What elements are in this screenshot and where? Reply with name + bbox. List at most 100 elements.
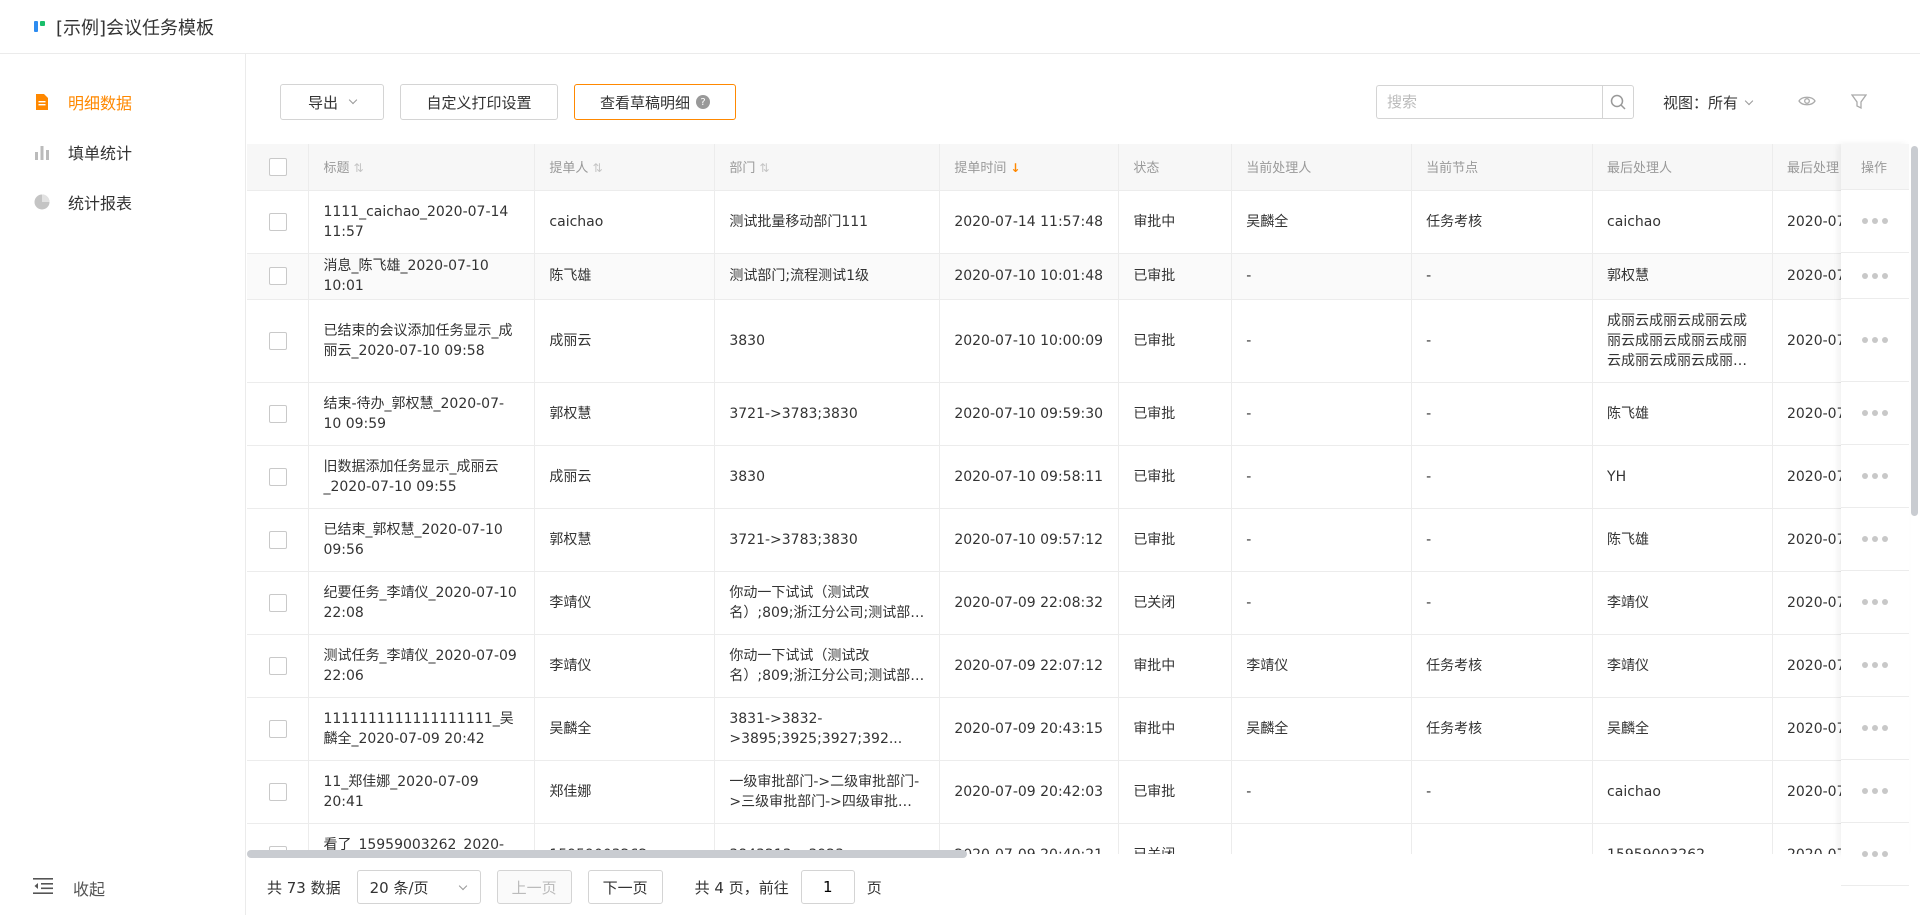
row-more-actions-button[interactable] bbox=[1841, 823, 1909, 886]
search-input[interactable] bbox=[1376, 85, 1602, 119]
actions-column: 操作 bbox=[1841, 144, 1909, 886]
cell-status: 审批中 bbox=[1118, 634, 1233, 698]
table-row[interactable]: 11_郑佳娜_2020-07-09 20:41 郑佳娜 一级审批部门->二级审批部门… bbox=[247, 760, 1909, 824]
row-more-actions-button[interactable] bbox=[1841, 760, 1909, 823]
row-more-actions-button[interactable] bbox=[1841, 299, 1909, 382]
page-jump-input[interactable] bbox=[800, 870, 855, 904]
row-select-cell bbox=[247, 190, 310, 254]
table-row[interactable]: 已结束_郭权慧_2020-07-10 09:56 郭权慧 3721->3783;38… bbox=[247, 508, 1909, 572]
column-header-submit-time[interactable]: 提单时间 ↓ bbox=[939, 144, 1120, 191]
table-header-row: 标题 ⇅ 提单人 ⇅ 部门 ⇅ 提单时间 ↓ 状态 当前处理人 当前节点 最后处理人 最… bbox=[247, 144, 1909, 191]
table-row[interactable]: 旧数据添加任务显示_成丽云_2020-07-10 09:55 成丽云 3830 202… bbox=[247, 445, 1909, 509]
sidebar-item-statistics-report[interactable]: 统计报表 bbox=[33, 190, 132, 214]
column-header-submitter[interactable]: 提单人 ⇅ bbox=[534, 144, 716, 191]
row-more-actions-button[interactable] bbox=[1841, 571, 1909, 634]
row-checkbox[interactable] bbox=[268, 212, 287, 231]
cell-text: 2020-07-10 09:59:30 bbox=[954, 405, 1104, 422]
cell-text: - bbox=[1426, 268, 1432, 284]
sidebar-item-detail-data[interactable]: 明细数据 bbox=[33, 90, 132, 114]
table-row[interactable]: 消息_陈飞雄_2020-07-10 10:01 陈飞雄 测试部门;流程测试1级 202… bbox=[247, 253, 1909, 300]
custom-print-settings-button[interactable]: 自定义打印设置 bbox=[400, 84, 558, 120]
row-checkbox[interactable] bbox=[268, 331, 287, 350]
export-dropdown-button[interactable]: 导出 bbox=[280, 84, 384, 120]
prev-page-button[interactable]: 上一页 bbox=[496, 870, 572, 904]
cell-text: 成丽云成丽云成丽云成丽云成丽云成丽云成丽云成丽云成丽云成丽云成丽云... bbox=[1607, 312, 1748, 369]
select-all-checkbox[interactable] bbox=[268, 157, 287, 176]
row-more-actions-button[interactable] bbox=[1841, 382, 1909, 445]
table-row[interactable]: 结束-待办_郭权慧_2020-07-10 09:59 郭权慧 3721->3783;… bbox=[247, 382, 1909, 446]
row-more-actions-button[interactable] bbox=[1841, 697, 1909, 760]
cell-last-handler: 郭权慧 bbox=[1592, 253, 1773, 300]
collapse-button[interactable]: 收起 bbox=[33, 876, 105, 900]
next-page-button[interactable]: 下一页 bbox=[587, 870, 663, 904]
sort-icon: ⇅ bbox=[353, 161, 364, 176]
cell-department: 你动一下试试（测试改名）;809;浙江分公司;测试部门;38... bbox=[714, 571, 941, 635]
view-drafts-button[interactable]: 查看草稿明细 ? bbox=[574, 84, 736, 120]
cell-text: 成丽云 bbox=[549, 468, 592, 485]
cell-text: 郭权慧 bbox=[549, 405, 592, 422]
show-columns-button[interactable] bbox=[1798, 95, 1816, 111]
cell-text: - bbox=[1426, 405, 1432, 422]
pie-chart-icon bbox=[33, 193, 51, 211]
search-button[interactable] bbox=[1602, 85, 1634, 119]
row-checkbox[interactable] bbox=[268, 782, 287, 801]
view-label: 视图：所有 bbox=[1663, 94, 1739, 112]
view-selector[interactable]: 视图：所有 bbox=[1663, 92, 1754, 113]
sidebar-item-label: 明细数据 bbox=[68, 94, 133, 113]
more-icon bbox=[1862, 851, 1888, 857]
cell-submit-time: 2020-07-10 09:57:12 bbox=[939, 508, 1120, 572]
cell-submitter: 李靖仪 bbox=[534, 571, 716, 635]
row-more-actions-button[interactable] bbox=[1841, 508, 1909, 571]
horizontal-scrollbar[interactable] bbox=[247, 850, 967, 858]
cell-text: caichao bbox=[549, 213, 604, 230]
filter-button[interactable] bbox=[1850, 94, 1868, 114]
table-row[interactable]: 已结束的会议添加任务显示_成丽云_2020-07-10 09:58 成丽云 3830… bbox=[247, 299, 1909, 383]
table-row[interactable]: 测试任务_李靖仪_2020-07-09 22:06 李靖仪 你动一下试试（测试改名）… bbox=[247, 634, 1909, 698]
search-icon bbox=[1610, 94, 1626, 110]
cell-submitter: 李靖仪 bbox=[534, 634, 716, 698]
cell-department: 测试部门;流程测试1级 bbox=[714, 253, 941, 300]
sidebar-item-form-statistics[interactable]: 填单统计 bbox=[33, 140, 132, 164]
cell-current-handler: - bbox=[1231, 508, 1413, 572]
table-row[interactable]: 1111_caichao_2020-07-14 11:57 caichao 测试批量… bbox=[247, 190, 1909, 254]
column-header-title[interactable]: 标题 ⇅ bbox=[308, 144, 536, 191]
cell-text: 你动一下试试（测试改名）;809;浙江分公司;测试部门;38... bbox=[729, 647, 911, 684]
row-more-actions-button[interactable] bbox=[1841, 190, 1909, 253]
vertical-scrollbar[interactable] bbox=[1911, 146, 1918, 516]
row-checkbox[interactable] bbox=[268, 719, 287, 738]
cell-text: 成丽云 bbox=[549, 332, 592, 349]
table-row[interactable]: 纪要任务_李靖仪_2020-07-10 22:08 李靖仪 你动一下试试（测试改名）… bbox=[247, 571, 1909, 635]
row-checkbox[interactable] bbox=[268, 404, 287, 423]
cell-text: 李靖仪 bbox=[1246, 657, 1289, 674]
cell-text: 2020-07-09 22:07:12 bbox=[954, 657, 1104, 674]
cell-text: 郭权慧 bbox=[1607, 268, 1650, 284]
cell-text: 已审批 bbox=[1133, 531, 1176, 548]
cell-current-handler: - bbox=[1231, 299, 1413, 383]
document-icon bbox=[33, 93, 51, 111]
more-icon bbox=[1862, 599, 1888, 605]
cell-text: 纪要任务_李靖仪_2020-07-10 22:08 bbox=[323, 584, 517, 621]
row-more-actions-button[interactable] bbox=[1841, 253, 1909, 299]
cell-text: 3830 bbox=[729, 332, 765, 349]
page-count-label: 共 4 页，前往 bbox=[694, 878, 789, 897]
cell-text: 审批中 bbox=[1133, 720, 1176, 737]
row-select-cell bbox=[247, 571, 310, 635]
cell-submit-time: 2020-07-10 10:01:48 bbox=[939, 253, 1120, 300]
cell-text: - bbox=[1246, 332, 1252, 349]
cell-last-handler: 成丽云成丽云成丽云成丽云成丽云成丽云成丽云成丽云成丽云成丽云成丽云... bbox=[1592, 299, 1773, 383]
sidebar-item-label: 填单统计 bbox=[68, 144, 133, 163]
page-size-select[interactable]: 20 条/页 bbox=[356, 870, 481, 904]
row-checkbox[interactable] bbox=[268, 467, 287, 486]
row-checkbox[interactable] bbox=[268, 530, 287, 549]
row-checkbox[interactable] bbox=[268, 593, 287, 612]
row-checkbox[interactable] bbox=[268, 656, 287, 675]
cell-current-node: - bbox=[1411, 445, 1594, 509]
cell-submitter: caichao bbox=[534, 190, 716, 254]
row-checkbox[interactable] bbox=[268, 267, 287, 285]
cell-current-handler: - bbox=[1231, 445, 1413, 509]
column-header-department[interactable]: 部门 ⇅ bbox=[714, 144, 941, 191]
row-more-actions-button[interactable] bbox=[1841, 445, 1909, 508]
row-select-cell bbox=[247, 634, 310, 698]
row-more-actions-button[interactable] bbox=[1841, 634, 1909, 697]
table-row[interactable]: 1111111111111111111_吴麟全_2020-07-09 20:42… bbox=[247, 697, 1909, 761]
